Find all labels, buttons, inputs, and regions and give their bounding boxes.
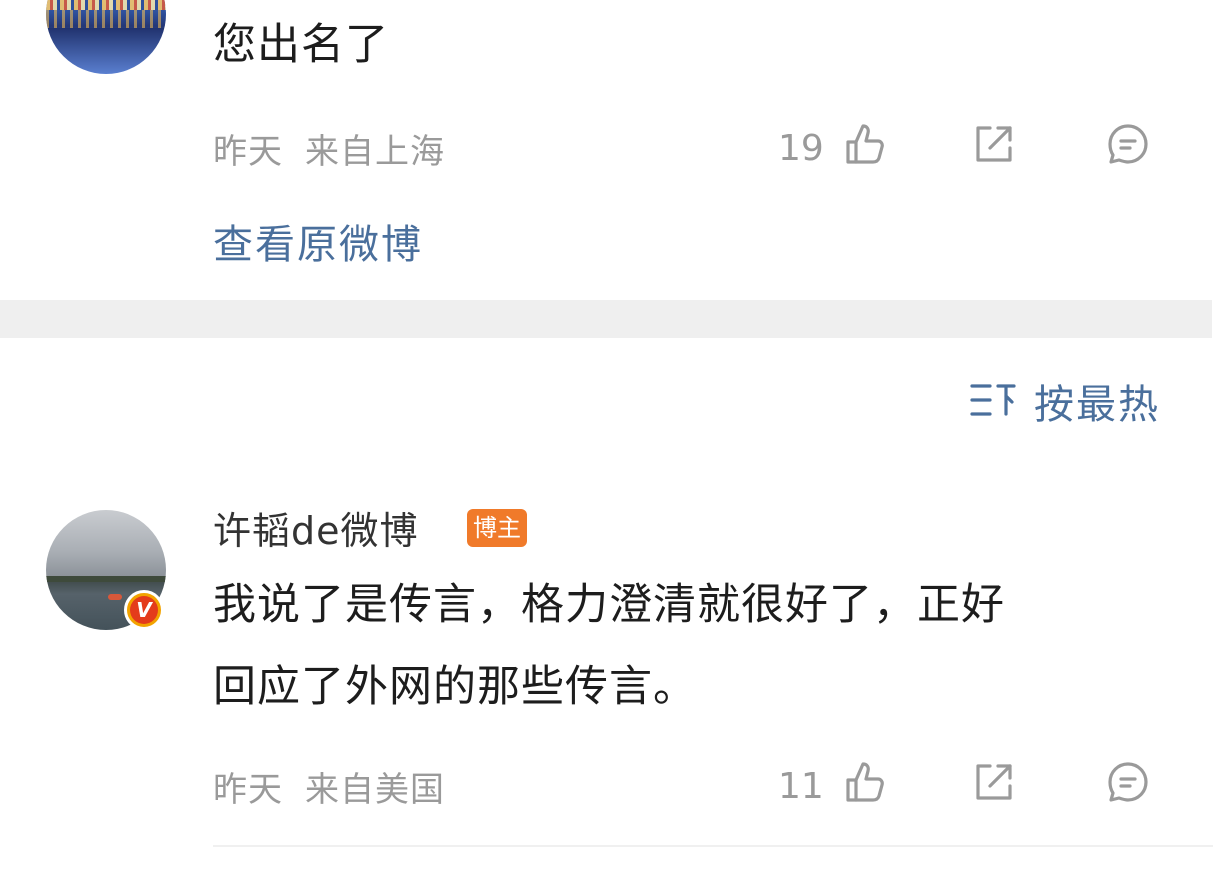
divider <box>213 845 1213 847</box>
avatar-lights <box>46 0 166 10</box>
avatar-boat <box>108 594 122 600</box>
avatar[interactable] <box>46 0 166 74</box>
repost-icon[interactable] <box>970 758 1018 806</box>
avatar-treeline <box>46 576 166 582</box>
repost-icon[interactable] <box>970 120 1018 168</box>
comment-icon[interactable] <box>1104 758 1152 806</box>
comment-meta: 昨天 来自上海 <box>213 124 445 173</box>
comment-card-top: 您出名了 昨天 来自上海 19 查看原微博 <box>0 0 1224 300</box>
comment-actions: 11 <box>770 758 1170 814</box>
like-count: 11 <box>778 766 824 807</box>
host-badge: 博主 <box>467 509 527 547</box>
comment-page: 您出名了 昨天 来自上海 19 查看原微博 按最热 V 许韬de微博 博主 我说… <box>0 0 1224 872</box>
verified-mark: V <box>130 596 158 624</box>
comment-time: 昨天 <box>213 770 283 810</box>
comment-text-line-1: 我说了是传言，格力澄清就很好了，正好 <box>213 580 1005 630</box>
comment-location: 来自美国 <box>305 770 445 810</box>
comment-text: 您出名了 <box>213 20 389 70</box>
sort-label: 按最热 <box>1034 382 1160 428</box>
avatar-reflection <box>46 10 166 28</box>
comment-location: 来自上海 <box>305 132 445 172</box>
like-count: 19 <box>778 128 824 169</box>
verified-icon: V <box>124 590 164 630</box>
view-original-link[interactable]: 查看原微博 <box>213 212 423 270</box>
like-icon[interactable] <box>840 120 888 168</box>
comment-text-line-2: 回应了外网的那些传言。 <box>213 662 697 712</box>
sort-icon <box>968 378 1020 422</box>
comment-time: 昨天 <box>213 132 283 172</box>
username[interactable]: 许韬de微博 <box>213 500 419 555</box>
comment-actions: 19 <box>770 120 1170 176</box>
comment-icon[interactable] <box>1104 120 1152 168</box>
section-divider <box>0 300 1212 338</box>
comment-meta: 昨天 来自美国 <box>213 762 445 811</box>
like-icon[interactable] <box>840 758 888 806</box>
